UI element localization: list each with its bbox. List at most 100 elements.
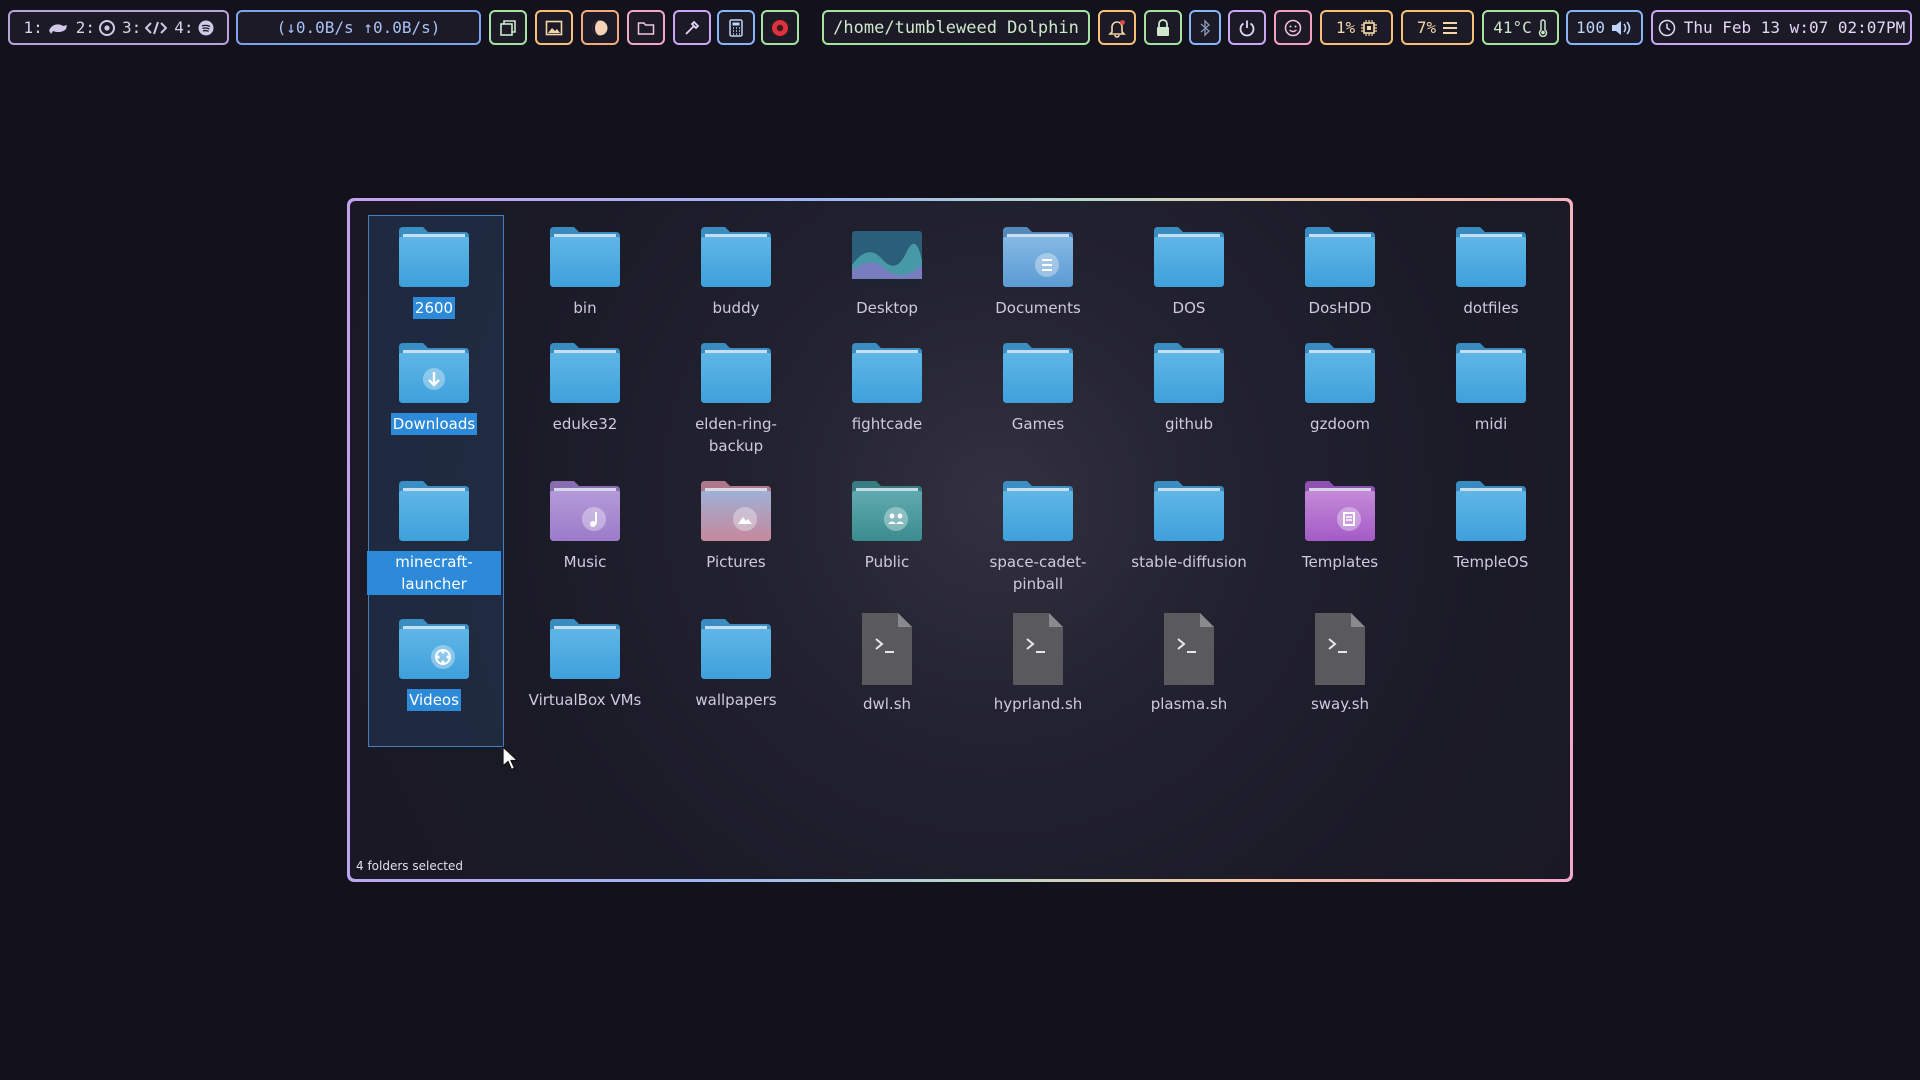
item-label: plasma.sh xyxy=(1150,695,1228,713)
volume-widget[interactable]: 100 xyxy=(1566,10,1643,45)
folder-icon xyxy=(1452,479,1530,545)
folder-item[interactable]: github xyxy=(1117,341,1261,435)
smiley-icon xyxy=(1284,19,1302,36)
chrome-icon xyxy=(99,19,115,36)
videos-folder-icon xyxy=(395,617,473,683)
folder-item[interactable]: Public xyxy=(815,479,959,573)
folder-item[interactable]: elden-ring-backup xyxy=(664,341,808,457)
network-speed-widget: (↓0.0B/s ↑0.0B/s) xyxy=(236,10,481,45)
folder-item[interactable]: dotfiles xyxy=(1419,225,1563,319)
folder-item[interactable]: wallpapers xyxy=(664,617,808,711)
item-label: wallpapers xyxy=(695,691,777,709)
workspace-1[interactable]: 1: xyxy=(23,18,68,37)
shell-script-icon xyxy=(999,611,1077,687)
power-button[interactable] xyxy=(1228,10,1266,45)
notifications-button[interactable] xyxy=(1098,10,1136,45)
folder-item[interactable]: Music xyxy=(513,479,657,573)
launcher-windows[interactable] xyxy=(489,10,527,45)
item-label: DosHDD xyxy=(1308,299,1372,317)
item-label: fightcade xyxy=(851,415,923,433)
datetime-text: Thu Feb 13 w:07 02:07PM xyxy=(1683,18,1906,37)
item-label: 2600 xyxy=(412,297,456,319)
folder-item[interactable]: Documents xyxy=(966,225,1110,319)
file-item[interactable]: hyprland.sh xyxy=(966,611,1110,715)
folder-item[interactable]: TempleOS xyxy=(1419,479,1563,573)
emoji-button[interactable] xyxy=(1274,10,1312,45)
item-label: TempleOS xyxy=(1453,553,1529,571)
folder-item[interactable]: Videos xyxy=(362,617,506,711)
folder-icon xyxy=(697,225,775,291)
launcher-color-picker[interactable] xyxy=(673,10,711,45)
music-folder-icon xyxy=(546,479,624,545)
folder-item[interactable]: bin xyxy=(513,225,657,319)
folder-icon xyxy=(395,225,473,291)
shell-script-icon xyxy=(1301,611,1379,687)
folder-icon xyxy=(697,341,775,407)
dolphin-window: 2600 bin buddy Desktop Documents DOS DosHDD dot… xyxy=(347,198,1573,882)
clock-icon xyxy=(1658,19,1675,36)
record-icon xyxy=(772,19,788,36)
workspaces-widget: 1: 2: 3: 4: xyxy=(8,10,229,45)
item-label: Games xyxy=(1011,415,1065,433)
shell-script-icon xyxy=(848,611,926,687)
chameleon-icon xyxy=(48,23,67,34)
folder-item[interactable]: Downloads xyxy=(362,341,506,435)
launcher-night-mode[interactable] xyxy=(581,10,619,45)
folder-item[interactable]: DOS xyxy=(1117,225,1261,319)
folder-icon xyxy=(1452,341,1530,407)
memory-widget: 7% xyxy=(1401,10,1474,45)
shell-script-icon xyxy=(1150,611,1228,687)
launcher-calculator[interactable] xyxy=(717,10,755,45)
folder-icon xyxy=(637,21,655,35)
lock-button[interactable] xyxy=(1144,10,1182,45)
file-item[interactable]: plasma.sh xyxy=(1117,611,1261,715)
workspace-4[interactable]: 4: xyxy=(174,18,214,37)
launcher-file-manager[interactable] xyxy=(627,10,665,45)
power-icon xyxy=(1239,20,1255,36)
file-item[interactable]: dwl.sh xyxy=(815,611,959,715)
folder-icon xyxy=(546,341,624,407)
calculator-icon xyxy=(729,18,743,37)
folder-item[interactable]: VirtualBox VMs xyxy=(513,617,657,711)
folder-item[interactable]: minecraft-launcher xyxy=(362,479,506,595)
folder-item[interactable]: Templates xyxy=(1268,479,1412,573)
folder-icon xyxy=(999,341,1077,407)
folder-item[interactable]: DosHDD xyxy=(1268,225,1412,319)
workspace-2[interactable]: 2: xyxy=(76,18,115,37)
workspace-4-number: 4: xyxy=(174,18,194,37)
launcher-screen-recorder[interactable] xyxy=(761,10,799,45)
windows-icon xyxy=(500,19,516,36)
workspace-3[interactable]: 3: xyxy=(122,18,168,37)
folder-item[interactable]: Pictures xyxy=(664,479,808,573)
folder-item[interactable]: gzdoom xyxy=(1268,341,1412,435)
folder-icon xyxy=(848,341,926,407)
code-icon xyxy=(145,21,168,34)
documents-folder-icon xyxy=(999,225,1077,291)
file-item[interactable]: sway.sh xyxy=(1268,611,1412,715)
bluetooth-button[interactable] xyxy=(1189,10,1221,45)
network-speed-text: (↓0.0B/s ↑0.0B/s) xyxy=(276,18,441,37)
item-label: bin xyxy=(573,299,597,317)
file-view[interactable]: 2600 bin buddy Desktop Documents DOS DosHDD dot… xyxy=(350,201,1570,879)
downloads-folder-icon xyxy=(395,341,473,407)
folder-item[interactable]: buddy xyxy=(664,225,808,319)
clock-widget[interactable]: Thu Feb 13 w:07 02:07PM xyxy=(1651,10,1912,45)
folder-item[interactable]: 2600 xyxy=(362,225,506,319)
folder-icon xyxy=(546,617,624,683)
item-label: Pictures xyxy=(706,553,766,571)
folder-item[interactable]: eduke32 xyxy=(513,341,657,435)
folder-item[interactable]: midi xyxy=(1419,341,1563,435)
folder-icon xyxy=(1150,479,1228,545)
folder-icon xyxy=(395,479,473,545)
folder-item[interactable]: Desktop xyxy=(815,225,959,319)
item-label: Downloads xyxy=(390,413,478,435)
folder-item[interactable]: stable-diffusion xyxy=(1117,479,1261,573)
memory-usage-text: 7% xyxy=(1416,18,1437,37)
launcher-image-viewer[interactable] xyxy=(535,10,573,45)
folder-item[interactable]: fightcade xyxy=(815,341,959,435)
item-label: hyprland.sh xyxy=(993,695,1083,713)
workspace-1-number: 1: xyxy=(23,18,43,37)
item-label: Music xyxy=(563,553,607,571)
folder-item[interactable]: Games xyxy=(966,341,1110,435)
folder-item[interactable]: space-cadet-pinball xyxy=(966,479,1110,595)
